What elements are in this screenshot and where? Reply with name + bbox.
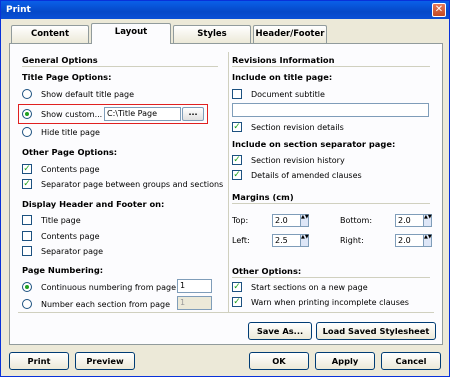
save-as-button[interactable]: Save As... (248, 322, 312, 340)
title-bar: Print ✕ (1, 1, 449, 19)
spin-arrows-icon[interactable]: ▲▼ (423, 235, 432, 246)
bottom-margin-spinner[interactable]: 2.0 ▲▼ (395, 214, 432, 227)
right-margin-spinner[interactable]: 2.0 ▲▼ (395, 234, 432, 247)
each-section-radio[interactable] (22, 299, 32, 309)
doc-subtitle-checkbox[interactable] (232, 89, 242, 99)
warn-incomplete-label: Warn when printing incomplete clauses (251, 298, 409, 307)
cancel-button[interactable]: Cancel (381, 352, 441, 370)
divider (18, 312, 434, 313)
section-history-checkbox[interactable]: ✓ (232, 155, 242, 165)
left-margin-label: Left: (232, 236, 250, 245)
separator-page-checkbox[interactable]: ✓ (22, 179, 32, 189)
load-stylesheet-button[interactable]: Load Saved Stylesheet (316, 322, 436, 340)
new-page-label: Start sections on a new page (251, 283, 368, 292)
tab-header-footer[interactable]: Header/Footer (253, 25, 327, 43)
general-options-heading: General Options (22, 55, 98, 65)
layout-panel: General Options Title Page Options: Show… (9, 43, 443, 345)
hf-separator-page-checkbox[interactable] (22, 246, 32, 256)
divider (232, 66, 430, 67)
revisions-heading: Revisions Information (232, 55, 335, 65)
tab-styles[interactable]: Styles (173, 25, 251, 43)
display-header-footer-heading: Display Header and Footer on: (22, 199, 165, 209)
preview-button[interactable]: Preview (75, 352, 135, 370)
hide-title-label: Hide title page (41, 128, 100, 137)
include-sep-heading: Include on section separator page: (232, 139, 396, 149)
hf-title-page-checkbox[interactable] (22, 215, 32, 225)
continuous-numbering-label: Continuous numbering from page (41, 283, 177, 292)
subtitle-input[interactable] (232, 103, 429, 117)
hf-contents-page-checkbox[interactable] (22, 231, 32, 241)
hf-title-page-label: Title page (41, 216, 81, 225)
show-default-radio[interactable] (22, 89, 32, 99)
column-divider (228, 52, 229, 312)
right-margin-label: Right: (340, 236, 364, 245)
other-options-heading: Other Options: (232, 266, 302, 276)
custom-title-path-input[interactable]: C:\Title Page (104, 107, 181, 121)
browse-button[interactable]: ... (182, 107, 204, 121)
bottom-margin-label: Bottom: (340, 216, 373, 225)
each-section-label: Number each section from page (41, 300, 171, 309)
continuous-numbering-radio[interactable] (22, 282, 32, 292)
print-dialog: Print ✕ Content Layout Styles Header/Foo… (0, 0, 450, 377)
spin-arrows-icon[interactable]: ▲▼ (423, 215, 432, 226)
top-margin-spinner[interactable]: 2.0 ▲▼ (272, 214, 309, 227)
include-title-heading: Include on title page: (232, 72, 333, 82)
separator-page-label: Separator page between groups and sectio… (41, 180, 224, 189)
ok-button[interactable]: OK (249, 352, 309, 370)
section-details-checkbox[interactable]: ✓ (232, 122, 242, 132)
section-details-label: Section revision details (251, 123, 344, 132)
section-history-label: Section revision history (251, 156, 345, 165)
new-page-checkbox[interactable]: ✓ (232, 282, 242, 292)
show-custom-radio[interactable] (22, 109, 32, 119)
page-numbering-heading: Page Numbering: (22, 265, 104, 275)
hide-title-radio[interactable] (22, 127, 32, 137)
window-title: Print (6, 5, 31, 15)
close-icon[interactable]: ✕ (432, 3, 446, 17)
top-margin-label: Top: (232, 216, 249, 225)
show-custom-label: Show custom... (41, 110, 103, 119)
contents-page-label: Contents page (41, 165, 100, 174)
amended-clauses-label: Details of amended clauses (251, 171, 362, 180)
each-section-start-input[interactable]: 1 (177, 296, 212, 310)
spin-arrows-icon[interactable]: ▲▼ (300, 215, 309, 226)
print-button[interactable]: Print (9, 352, 69, 370)
divider (232, 203, 430, 204)
divider (232, 277, 430, 278)
hf-contents-page-label: Contents page (41, 232, 100, 241)
margins-heading: Margins (cm) (232, 192, 294, 202)
spin-arrows-icon[interactable]: ▲▼ (300, 235, 309, 246)
divider (22, 66, 218, 67)
contents-page-checkbox[interactable]: ✓ (22, 164, 32, 174)
tab-layout[interactable]: Layout (91, 23, 171, 44)
apply-button[interactable]: Apply (315, 352, 375, 370)
tab-content[interactable]: Content (11, 25, 89, 43)
doc-subtitle-label: Document subtitle (251, 90, 325, 99)
amended-clauses-checkbox[interactable]: ✓ (232, 170, 242, 180)
continuous-start-input[interactable]: 1 (177, 279, 212, 293)
show-default-label: Show default title page (41, 90, 134, 99)
hf-separator-page-label: Separator page (41, 247, 104, 256)
other-page-options-heading: Other Page Options: (22, 147, 118, 157)
warn-incomplete-checkbox[interactable]: ✓ (232, 297, 242, 307)
title-page-options-heading: Title Page Options: (22, 72, 112, 82)
left-margin-spinner[interactable]: 2.5 ▲▼ (272, 234, 309, 247)
